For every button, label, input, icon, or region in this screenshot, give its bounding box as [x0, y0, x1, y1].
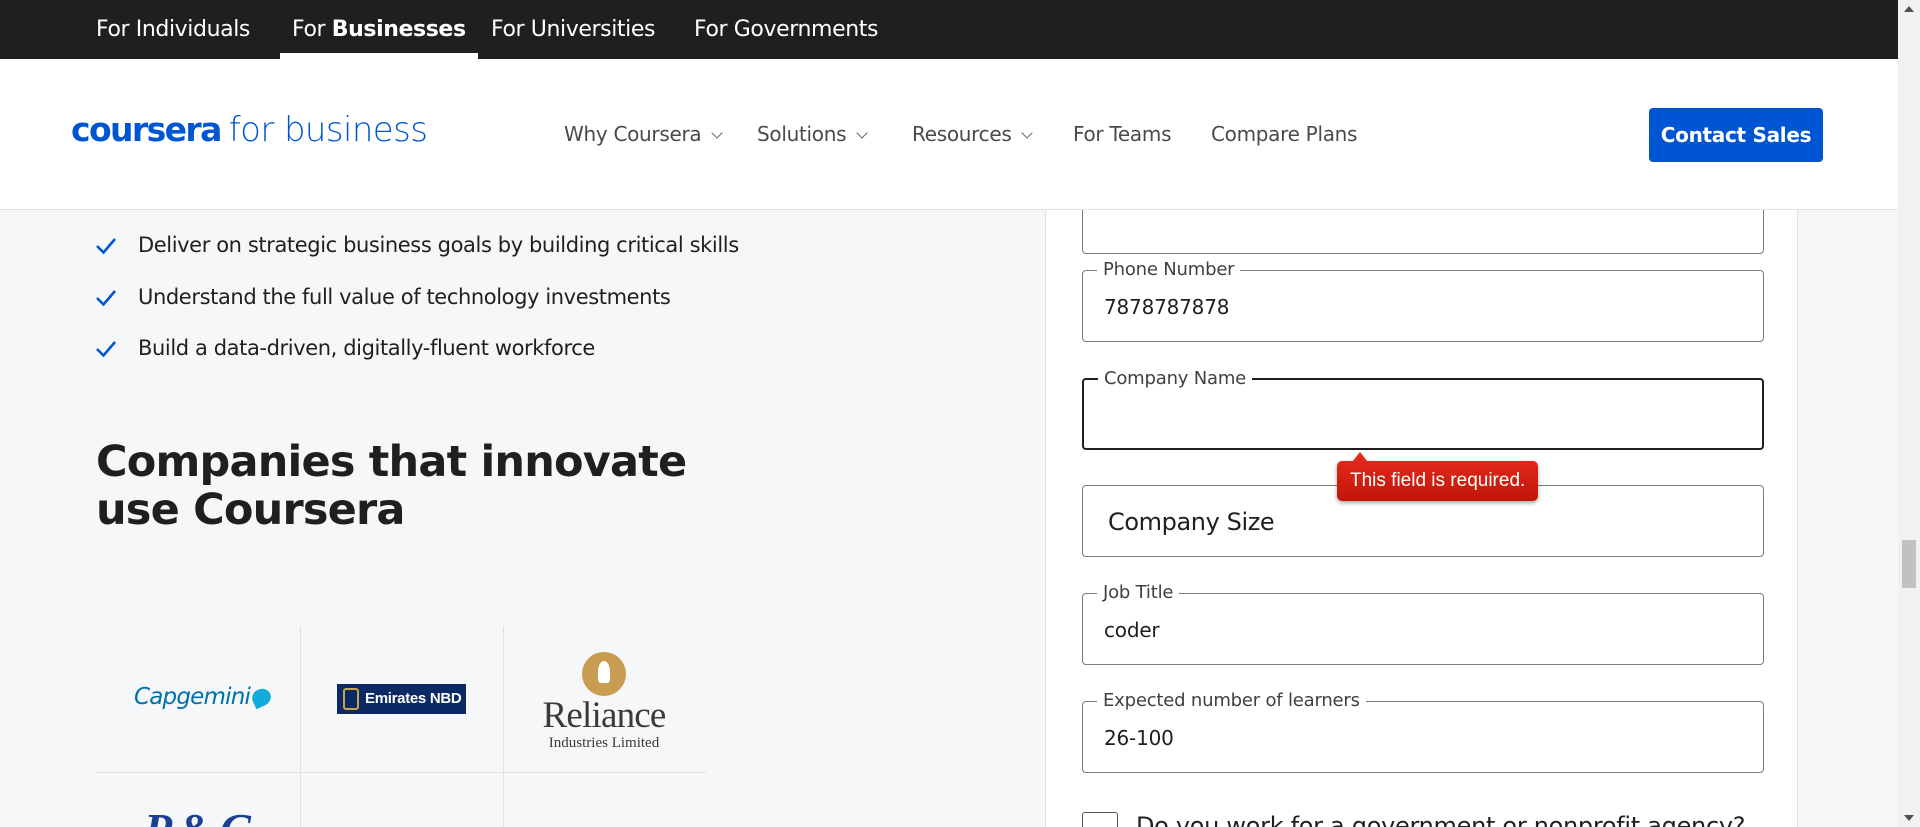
government-nonprofit-label: Do you work for a government or nonprofi… [1136, 812, 1746, 827]
field-label: Expected number of learners [1097, 690, 1366, 711]
contact-form: Phone Number 7878787878 Company Name Com… [1045, 210, 1798, 827]
select-label: Company Size [1108, 508, 1275, 536]
audience-bar: For Individuals For Businesses For Unive… [0, 0, 1898, 59]
emirates-wordmark: Emirates NBD [365, 690, 462, 707]
emirates-nbd-logo: Emirates NBD [337, 684, 466, 714]
grid-divider [96, 772, 706, 773]
chevron-down-icon [1021, 127, 1034, 139]
nav-compare-plans[interactable]: Compare Plans [1211, 122, 1357, 146]
nav-solutions[interactable]: Solutions [757, 122, 868, 146]
reliance-wordmark: Reliance [542, 695, 666, 736]
tab-bold: Businesses [331, 17, 466, 42]
nav-label: Resources [912, 122, 1012, 146]
grid-divider [300, 626, 301, 827]
nav-why-coursera[interactable]: Why Coursera [564, 122, 724, 146]
emirates-mark-icon [343, 688, 359, 710]
benefit-text: Build a data-driven, digitally-fluent wo… [138, 336, 595, 360]
field-label: Company Name [1098, 368, 1253, 389]
nav-resources[interactable]: Resources [912, 122, 1034, 146]
phone-number-field[interactable]: Phone Number 7878787878 [1082, 259, 1764, 342]
expected-learners-field[interactable]: Expected number of learners 26-100 [1082, 690, 1764, 773]
capgemini-logo: Capgemini [134, 684, 274, 710]
companies-heading: Companies that innovate use Coursera [96, 437, 687, 535]
coursera-for-business-logo[interactable]: coursera for business [71, 110, 428, 150]
previous-field[interactable] [1082, 210, 1764, 254]
tab-for-businesses[interactable]: For Businesses [280, 0, 478, 59]
validation-error-tooltip: This field is required. [1337, 452, 1539, 501]
tab-for-individuals[interactable]: For Individuals [96, 0, 250, 59]
benefit-text: Understand the full value of technology … [138, 285, 671, 309]
field-value: 26-100 [1104, 726, 1174, 750]
chevron-down-icon [711, 127, 724, 139]
scrollbar-thumb[interactable] [1902, 540, 1916, 588]
reliance-subtitle: Industries Limited [548, 735, 660, 751]
tab-for-governments[interactable]: For Governments [694, 0, 878, 59]
grid-divider [503, 626, 504, 827]
tab-prefix: For [292, 17, 332, 42]
checkmark-icon [96, 290, 116, 307]
job-title-field[interactable]: Job Title coder [1082, 582, 1764, 665]
checkmark-icon [96, 238, 116, 255]
nav-label: Why Coursera [564, 122, 702, 146]
reliance-flame-icon [582, 652, 626, 696]
field-value: coder [1104, 618, 1160, 642]
company-logo-grid: Capgemini Emirates NBD Reliance Industri… [96, 626, 706, 827]
checkmark-icon [96, 341, 116, 358]
page-scrollbar[interactable] [1898, 0, 1920, 827]
field-label: Job Title [1097, 582, 1180, 603]
company-name-field[interactable]: Company Name [1082, 368, 1764, 450]
nav-label: Solutions [757, 122, 847, 146]
pg-logo: P&G [144, 803, 259, 827]
scroll-up-arrow-icon[interactable] [1904, 6, 1914, 12]
logo-sub: for business [228, 110, 428, 150]
chevron-down-icon [856, 127, 868, 139]
field-label: Phone Number [1097, 259, 1241, 280]
nav-for-teams[interactable]: For Teams [1073, 122, 1172, 146]
capgemini-spade-icon [249, 685, 274, 710]
site-header: coursera for business Why Coursera Soluti… [0, 59, 1898, 210]
benefit-text: Deliver on strategic business goals by b… [138, 233, 739, 257]
government-nonprofit-checkbox[interactable] [1082, 812, 1118, 827]
contact-sales-button[interactable]: Contact Sales [1649, 108, 1823, 162]
tab-for-universities[interactable]: For Universities [491, 0, 655, 59]
capgemini-wordmark: Capgemini [134, 684, 251, 710]
scroll-down-arrow-icon[interactable] [1904, 815, 1914, 821]
field-value: 7878787878 [1104, 295, 1230, 319]
reliance-logo: Reliance Industries Limited [536, 652, 672, 751]
logo-brand: coursera [71, 110, 222, 149]
